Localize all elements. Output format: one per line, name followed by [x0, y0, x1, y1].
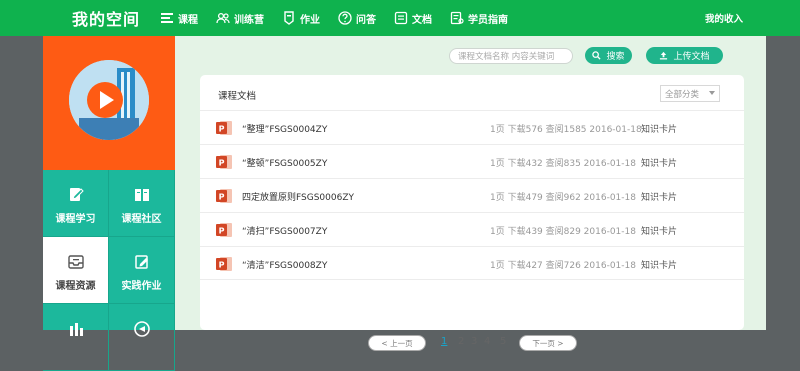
- document-type: 知识卡片: [641, 261, 678, 271]
- svg-text:P: P: [219, 158, 225, 167]
- list-icon: [161, 13, 173, 23]
- documents-title: 课程文档: [218, 91, 257, 102]
- document-row[interactable]: P “整顿”FSGS0005ZY 1页 下载432 查阅835 2016-01-…: [200, 144, 744, 178]
- content-frame: 课程学习 课程社区 课程资源 实践作业 课程文档名称 内容关键词 搜索 上传文档…: [43, 36, 766, 371]
- document-meta: 1页 下载432 查阅835 2016-01-18: [490, 159, 636, 169]
- guide-icon: [450, 11, 464, 25]
- document-name[interactable]: “整理”FSGS0004ZY: [242, 122, 327, 135]
- page-number[interactable]: 3: [471, 336, 477, 347]
- nav-item-label: 文档: [412, 14, 432, 26]
- upload-document-button[interactable]: 上传文档: [646, 47, 723, 64]
- upload-button-label: 上传文档: [673, 52, 710, 62]
- search-input[interactable]: 课程文档名称 内容关键词: [449, 48, 573, 64]
- share-icon: [133, 321, 150, 337]
- course-cover: [43, 36, 175, 170]
- document-name[interactable]: “整顿”FSGS0005ZY: [242, 156, 327, 169]
- document-name[interactable]: “清洁”FSGS0008ZY: [242, 258, 327, 271]
- powerpoint-icon: P: [216, 223, 232, 237]
- tile-label: 实践作业: [121, 281, 162, 292]
- svg-text:P: P: [219, 260, 225, 269]
- document-row[interactable]: P 四定放置原则FSGS0006ZY 1页 下载479 查阅962 2016-0…: [200, 178, 744, 212]
- next-page-button[interactable]: 下一页 >: [519, 335, 577, 351]
- document-meta: 1页 下载479 查阅962 2016-01-18: [490, 193, 636, 203]
- page-number[interactable]: 2: [458, 336, 464, 347]
- document-meta: 1页 下载576 查阅1585 2016-01-18: [490, 125, 642, 135]
- tile-course-community[interactable]: 课程社区: [109, 170, 175, 237]
- svg-text:P: P: [219, 192, 225, 201]
- document-type: 知识卡片: [641, 227, 678, 237]
- users-icon: [216, 12, 230, 24]
- tile-label: 课程社区: [121, 214, 162, 225]
- book-icon: [134, 189, 149, 201]
- top-navigation-bar: 我的空间 课程 训练营 作业 问答 文档 学员指南 我的收入: [0, 0, 800, 36]
- course-sidebar: 课程学习 课程社区 课程资源 实践作业: [43, 36, 175, 371]
- document-type: 知识卡片: [641, 125, 678, 135]
- nav-item-label: 问答: [356, 14, 376, 26]
- search-button[interactable]: 搜索: [585, 47, 632, 64]
- my-income-link[interactable]: 我的收入: [705, 11, 743, 25]
- nav-item-label: 训练营: [234, 14, 264, 26]
- document-meta: 1页 下载427 查阅726 2016-01-18: [490, 261, 636, 271]
- course-video-play[interactable]: [69, 60, 149, 140]
- question-icon: [338, 11, 352, 25]
- search-button-label: 搜索: [606, 52, 625, 62]
- search-icon: [592, 51, 602, 60]
- upload-icon: [660, 51, 668, 60]
- document-row[interactable]: P “清洁”FSGS0008ZY 1页 下载427 查阅726 2016-01-…: [200, 246, 744, 280]
- nav-item-label: 作业: [300, 14, 320, 26]
- nav-item-label: 课程: [178, 14, 198, 26]
- svg-text:P: P: [219, 226, 225, 235]
- tile-more-1[interactable]: [43, 304, 109, 371]
- document-icon: [394, 11, 408, 25]
- play-icon: [69, 60, 149, 140]
- nav-item-training-camp[interactable]: 训练营: [216, 11, 264, 26]
- powerpoint-icon: P: [216, 155, 232, 169]
- edit-icon: [134, 255, 148, 269]
- powerpoint-icon: P: [216, 121, 232, 135]
- document-type: 知识卡片: [641, 193, 678, 203]
- nav-item-qa[interactable]: 问答: [338, 11, 376, 26]
- chart-icon: [69, 323, 83, 336]
- tile-label: 课程学习: [55, 214, 96, 225]
- svg-text:P: P: [219, 124, 225, 133]
- nav-item-label: 学员指南: [468, 14, 508, 26]
- page-number[interactable]: 5: [500, 336, 506, 347]
- brand-title[interactable]: 我的空间: [72, 6, 140, 30]
- document-row[interactable]: P “整理”FSGS0004ZY 1页 下载576 查阅1585 2016-01…: [200, 110, 744, 144]
- category-filter-select[interactable]: 全部分类: [660, 85, 720, 102]
- powerpoint-icon: P: [216, 257, 232, 271]
- document-row[interactable]: P “清扫”FSGS0007ZY 1页 下载439 查阅829 2016-01-…: [200, 212, 744, 246]
- document-name[interactable]: “清扫”FSGS0007ZY: [242, 224, 327, 237]
- document-meta: 1页 下载439 查阅829 2016-01-18: [490, 227, 636, 237]
- tile-course-study[interactable]: 课程学习: [43, 170, 109, 237]
- chevron-down-icon: [709, 91, 715, 95]
- nav-item-assignments[interactable]: 作业: [282, 11, 320, 26]
- page-number[interactable]: 4: [484, 336, 490, 347]
- pencil-icon: [69, 188, 84, 201]
- badge-icon: [284, 11, 294, 25]
- tile-practice-assignment[interactable]: 实践作业: [109, 237, 175, 304]
- inbox-icon: [67, 255, 84, 269]
- tile-label: 课程资源: [55, 281, 96, 292]
- prev-page-button[interactable]: < 上一页: [368, 335, 426, 351]
- tile-more-2[interactable]: [109, 304, 175, 371]
- filter-value: 全部分类: [665, 90, 700, 100]
- powerpoint-icon: P: [216, 189, 232, 203]
- document-name[interactable]: 四定放置原则FSGS0006ZY: [242, 190, 354, 203]
- documents-card: 课程文档 全部分类 P “整理”FSGS0004ZY 1页 下载576 查阅15…: [200, 75, 744, 351]
- nav-item-documents[interactable]: 文档: [394, 11, 432, 26]
- nav-item-student-guide[interactable]: 学员指南: [450, 11, 508, 26]
- main-nav: 课程 训练营 作业 问答 文档 学员指南: [160, 0, 526, 36]
- tile-course-resources[interactable]: 课程资源: [43, 237, 109, 304]
- page-number[interactable]: 1: [441, 336, 447, 347]
- document-type: 知识卡片: [641, 159, 678, 169]
- pagination: < 上一页 1 2 3 4 5 下一页 >: [200, 334, 744, 358]
- nav-item-courses[interactable]: 课程: [160, 11, 198, 26]
